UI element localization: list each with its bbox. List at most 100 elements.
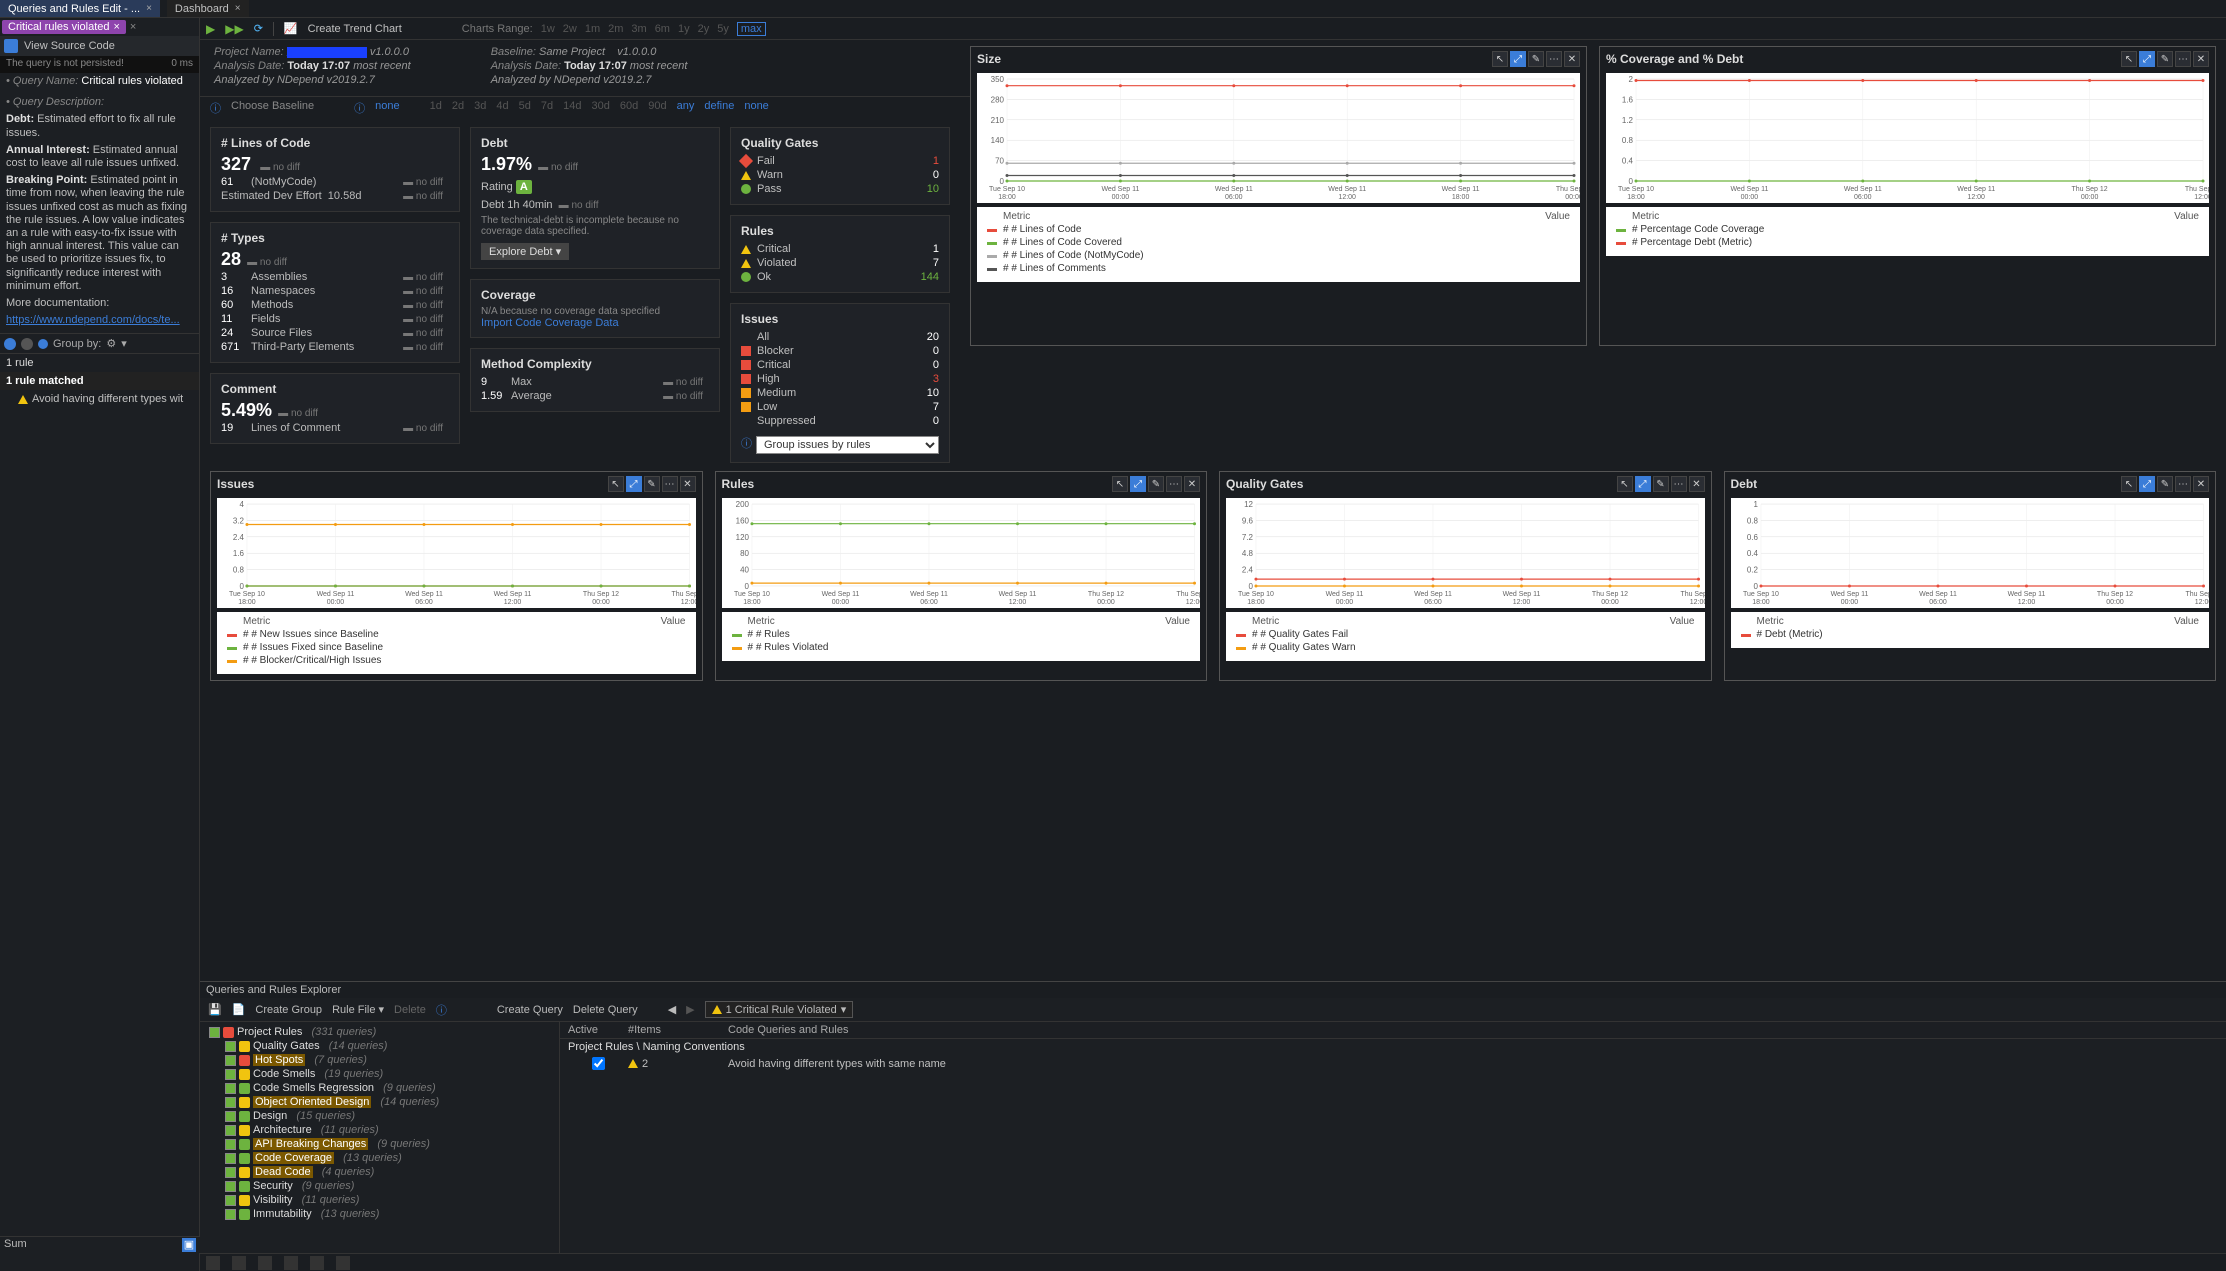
filter-icon[interactable]: [4, 338, 16, 350]
violation-dropdown[interactable]: 1 Critical Rule Violated ▾: [705, 1001, 854, 1018]
cursor-icon[interactable]: ↖: [2121, 51, 2137, 67]
edit-icon[interactable]: ✎: [644, 476, 660, 492]
range-1m[interactable]: 1m: [585, 23, 600, 35]
tab-dashboard[interactable]: Dashboard ×: [167, 0, 249, 17]
rules-matched-header[interactable]: 1 rule matched: [0, 372, 199, 390]
tree-node[interactable]: Quality Gates (14 queries): [203, 1039, 556, 1053]
checkbox-icon[interactable]: [225, 1041, 236, 1052]
range-3m[interactable]: 3m: [631, 23, 646, 35]
tree-node[interactable]: Code Smells Regression (9 queries): [203, 1081, 556, 1095]
create-trend-button[interactable]: Create Trend Chart: [308, 23, 402, 35]
checkbox-icon[interactable]: [225, 1181, 236, 1192]
expand-icon[interactable]: ⤢: [1130, 476, 1146, 492]
refresh-icon[interactable]: ⟳: [254, 22, 263, 35]
tree-node[interactable]: Security (9 queries): [203, 1179, 556, 1193]
edit-icon[interactable]: ✎: [2157, 51, 2173, 67]
edit-icon[interactable]: ✎: [1528, 51, 1544, 67]
more-icon[interactable]: ⋯: [1671, 476, 1687, 492]
chevron-down-icon[interactable]: ▾: [121, 337, 127, 350]
checkbox-icon[interactable]: [225, 1209, 236, 1220]
tree-node[interactable]: API Breaking Changes (9 queries): [203, 1137, 556, 1151]
delete-query-button[interactable]: Delete Query: [573, 1004, 638, 1016]
info-icon[interactable]: ⓘ: [210, 100, 221, 116]
checkbox-icon[interactable]: [225, 1195, 236, 1206]
more-icon[interactable]: ⋯: [662, 476, 678, 492]
edit-icon[interactable]: ✎: [2157, 476, 2173, 492]
range-5y[interactable]: 5y: [717, 23, 729, 35]
tree-node[interactable]: Project Rules (331 queries): [203, 1025, 556, 1039]
close-icon[interactable]: ✕: [2193, 476, 2209, 492]
checkbox-icon[interactable]: [225, 1097, 236, 1108]
checkbox-icon[interactable]: [209, 1027, 220, 1038]
expand-icon[interactable]: ⤢: [1510, 51, 1526, 67]
status-icon[interactable]: [284, 1256, 298, 1270]
baseline-none[interactable]: none: [375, 100, 399, 116]
tree-node[interactable]: Architecture (11 queries): [203, 1123, 556, 1137]
status-icon[interactable]: [336, 1256, 350, 1270]
tree-node[interactable]: Hot Spots (7 queries): [203, 1053, 556, 1067]
range-2w[interactable]: 2w: [563, 23, 577, 35]
delete-button[interactable]: Delete: [394, 1004, 426, 1016]
expand-icon[interactable]: ⤢: [2139, 476, 2155, 492]
cursor-icon[interactable]: ↖: [608, 476, 624, 492]
explore-debt-button[interactable]: Explore Debt ▾: [481, 243, 569, 260]
tree-node[interactable]: Object Oriented Design (14 queries): [203, 1095, 556, 1109]
checkbox-icon[interactable]: [225, 1055, 236, 1066]
checkbox-icon[interactable]: [225, 1111, 236, 1122]
checkbox-icon[interactable]: [225, 1167, 236, 1178]
checkbox-icon[interactable]: [225, 1153, 236, 1164]
range-6m[interactable]: 6m: [655, 23, 670, 35]
doc-link[interactable]: https://www.ndepend.com/docs/te...: [6, 314, 180, 326]
more-icon[interactable]: ⋯: [1166, 476, 1182, 492]
close-icon[interactable]: ×: [235, 3, 241, 14]
tab-queries-edit[interactable]: Queries and Rules Edit - ... ×: [0, 0, 160, 17]
close-icon[interactable]: ✕: [680, 476, 696, 492]
cursor-icon[interactable]: ↖: [1112, 476, 1128, 492]
close-icon[interactable]: ×: [146, 3, 152, 14]
range-1w[interactable]: 1w: [541, 23, 555, 35]
nav-back-icon[interactable]: ◀: [668, 1003, 676, 1016]
close-icon[interactable]: ✕: [1184, 476, 1200, 492]
cursor-icon[interactable]: ↖: [1617, 476, 1633, 492]
range-max[interactable]: max: [737, 22, 766, 36]
cursor-icon[interactable]: ↖: [2121, 476, 2137, 492]
cursor-icon[interactable]: ↖: [1492, 51, 1508, 67]
close-icon[interactable]: ×: [113, 21, 119, 33]
status-icon[interactable]: [310, 1256, 324, 1270]
close-icon[interactable]: ✕: [1689, 476, 1705, 492]
info-icon[interactable]: ⓘ: [436, 1002, 447, 1018]
close-icon[interactable]: ✕: [1564, 51, 1580, 67]
save-icon[interactable]: 💾: [208, 1003, 222, 1016]
status-icon[interactable]: [258, 1256, 272, 1270]
nav-fwd-icon[interactable]: ▶: [686, 1003, 694, 1016]
group-issues-dropdown[interactable]: Group issues by rules: [756, 436, 939, 454]
tree-node[interactable]: Visibility (11 queries): [203, 1193, 556, 1207]
file-icon[interactable]: 📄: [232, 1003, 246, 1016]
filter-icon[interactable]: [21, 338, 33, 350]
more-icon[interactable]: ⋯: [2175, 476, 2191, 492]
range-2m[interactable]: 2m: [608, 23, 623, 35]
view-source-button[interactable]: View Source Code: [0, 36, 199, 56]
tree-node[interactable]: Code Smells (19 queries): [203, 1067, 556, 1081]
close-icon[interactable]: ×: [130, 21, 136, 33]
close-icon[interactable]: ✕: [2193, 51, 2209, 67]
gear-icon[interactable]: ⚙: [106, 337, 116, 350]
rule-list-row[interactable]: 2 Avoid having different types with same…: [560, 1055, 2226, 1072]
checkbox-icon[interactable]: [225, 1069, 236, 1080]
create-group-button[interactable]: Create Group: [255, 1004, 322, 1016]
expand-icon[interactable]: ⤢: [626, 476, 642, 492]
checkbox-icon[interactable]: [225, 1083, 236, 1094]
edit-icon[interactable]: ✎: [1148, 476, 1164, 492]
play-icon[interactable]: ▶: [206, 22, 215, 36]
range-1y[interactable]: 1y: [678, 23, 690, 35]
tree-node[interactable]: Dead Code (4 queries): [203, 1165, 556, 1179]
tree-node[interactable]: Code Coverage (13 queries): [203, 1151, 556, 1165]
rule-hit-row[interactable]: Avoid having different types wit: [0, 390, 199, 408]
active-checkbox[interactable]: [592, 1057, 605, 1070]
edit-icon[interactable]: ✎: [1653, 476, 1669, 492]
more-icon[interactable]: ⋯: [2175, 51, 2191, 67]
create-query-button[interactable]: Create Query: [497, 1004, 563, 1016]
range-2y[interactable]: 2y: [698, 23, 710, 35]
expand-icon[interactable]: ⤢: [1635, 476, 1651, 492]
checkbox-icon[interactable]: [225, 1125, 236, 1136]
